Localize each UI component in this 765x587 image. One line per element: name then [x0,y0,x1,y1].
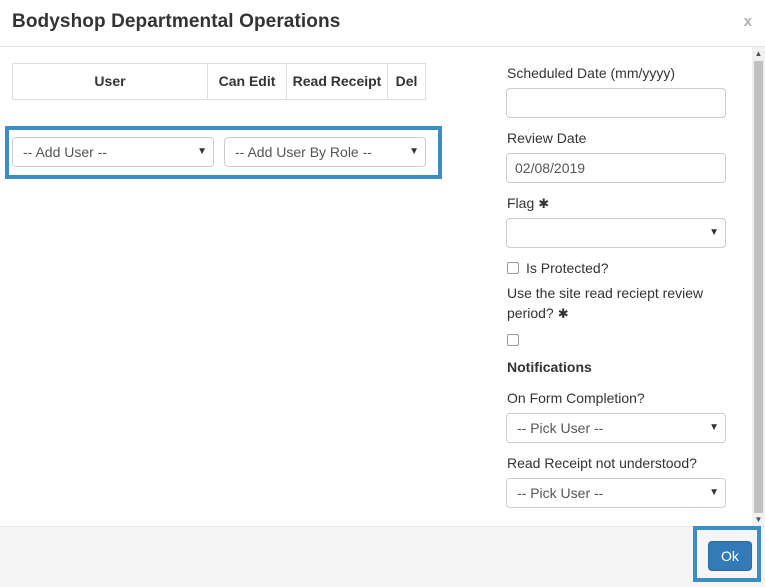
close-button[interactable]: x [744,13,752,30]
scroll-down-arrow-icon[interactable]: ▼ [752,513,765,526]
scrollbar-thumb[interactable] [754,61,763,513]
ok-button[interactable]: Ok [708,541,752,571]
column-header-del: Del [395,73,418,89]
review-date-input[interactable]: 02/08/2019 [506,153,726,183]
is-protected-checkbox[interactable] [507,262,519,274]
column-header-can-edit: Can Edit [208,64,287,99]
on-form-completion-select-value: -- Pick User -- [517,420,604,436]
dialog-footer [0,526,765,587]
required-asterisk-icon: ✱ [557,306,569,321]
add-user-by-role-select[interactable]: -- Add User By Role -- ▼ [224,137,426,167]
chevron-down-icon: ▼ [709,422,719,433]
chevron-down-icon: ▼ [709,487,719,498]
read-receipt-not-understood-select[interactable]: -- Pick User -- ▼ [506,478,726,508]
add-user-by-role-select-value: -- Add User By Role -- [235,144,372,160]
on-form-completion-label: On Form Completion? [507,390,645,406]
chevron-down-icon: ▼ [709,227,719,238]
vertical-scrollbar[interactable]: ▲ ▼ [752,47,765,526]
add-user-select-value: -- Add User -- [23,144,108,160]
flag-select[interactable]: ▼ [506,218,726,248]
flag-label: Flag ✱ [507,195,549,212]
site-read-receipt-label-line1: Use the site read reciept review [507,285,704,301]
read-receipt-not-understood-select-value: -- Pick User -- [517,485,604,501]
column-header-read-receipt: Read Receipt [287,64,388,99]
site-read-receipt-checkbox[interactable] [507,334,519,346]
site-read-receipt-label-line2: period? ✱ [507,305,569,322]
read-receipt-not-understood-label: Read Receipt not understood? [507,455,697,471]
scroll-up-arrow-icon[interactable]: ▲ [752,47,765,60]
notifications-heading: Notifications [507,359,592,375]
dialog-header: Bodyshop Departmental Operations x [0,0,765,47]
is-protected-label: Is Protected? [526,260,609,276]
add-user-select[interactable]: -- Add User -- ▼ [12,137,214,167]
chevron-down-icon: ▼ [409,146,419,157]
on-form-completion-select[interactable]: -- Pick User -- ▼ [506,413,726,443]
scheduled-date-input[interactable] [506,88,726,118]
scheduled-date-label: Scheduled Date (mm/yyyy) [507,65,676,81]
chevron-down-icon: ▼ [197,146,207,157]
review-date-label: Review Date [507,130,587,146]
dialog-title: Bodyshop Departmental Operations [12,11,341,32]
column-header-user: User [13,64,208,99]
flag-label-text: Flag [507,195,535,211]
required-asterisk-icon: ✱ [538,196,550,211]
site-read-receipt-label-text: period? [507,305,554,321]
user-table: User Can Edit Read Receipt Del [12,63,426,100]
